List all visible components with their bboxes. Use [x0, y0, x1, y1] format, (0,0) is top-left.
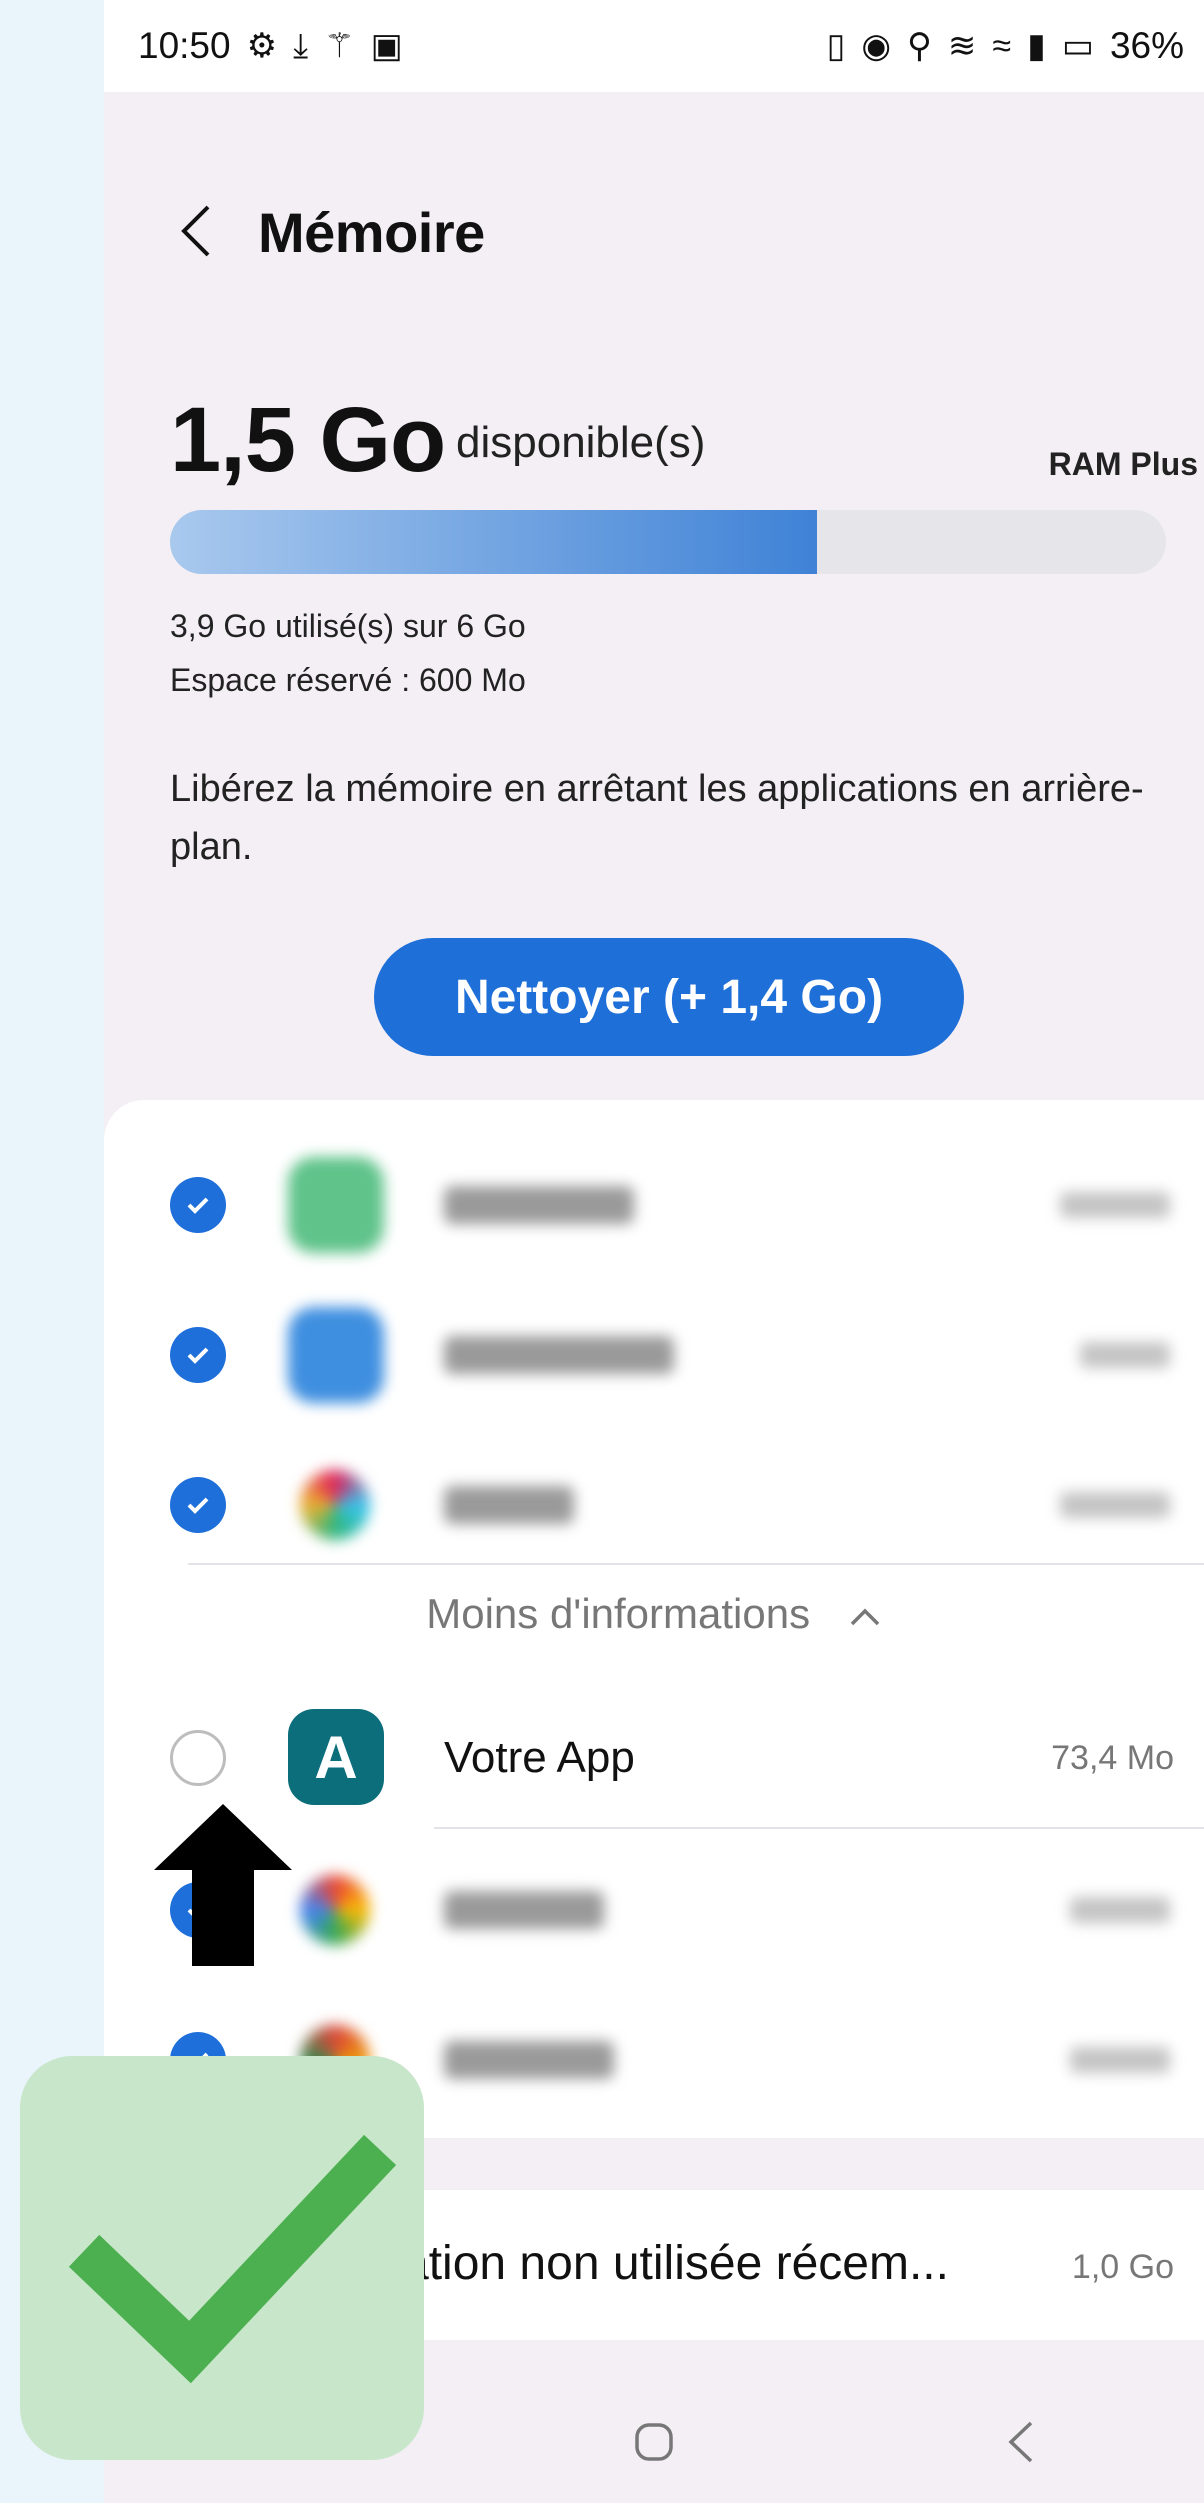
chevron-up-icon — [850, 1608, 880, 1626]
checkmark-icon — [187, 1197, 209, 1214]
green-checkmark-icon — [68, 2134, 397, 2384]
less-info-toggle[interactable]: Moins d'informations — [104, 1590, 1204, 1638]
app-name-blurred — [444, 1186, 634, 1224]
app-size-blurred — [1070, 1897, 1170, 1923]
checkmark-icon — [187, 1497, 209, 1514]
nfc-icon: ≋ — [947, 27, 977, 65]
app-size-blurred — [1080, 1342, 1170, 1368]
available-memory-label: disponible(s) — [456, 418, 706, 467]
home-button[interactable] — [594, 2397, 714, 2487]
app-name-blurred — [444, 1891, 604, 1929]
available-memory-value: 1,5 Go — [170, 389, 446, 491]
arrow-up-icon — [154, 1804, 292, 1966]
location-icon: ⚲ — [907, 27, 932, 65]
checkbox-unchecked[interactable] — [170, 1730, 226, 1786]
app-name-blurred — [444, 2041, 614, 2079]
app-size-blurred — [1070, 2047, 1170, 2073]
clean-button[interactable]: Nettoyer (+ 1,4 Go) — [374, 938, 964, 1056]
app-icon — [288, 1307, 384, 1403]
list-item[interactable] — [104, 1280, 1204, 1430]
checkbox-checked[interactable] — [170, 1177, 226, 1233]
divider — [434, 1827, 1204, 1829]
memory-usage-fill — [170, 510, 818, 574]
app-name-blurred — [444, 1486, 574, 1524]
image-icon: ▣ — [370, 27, 403, 65]
reserved-memory-text: Espace réservé : 600 Mo — [170, 662, 526, 698]
chevron-left-icon — [181, 205, 210, 257]
app-name-blurred — [444, 1336, 674, 1374]
back-nav-button[interactable] — [961, 2397, 1081, 2487]
app-size-blurred — [1060, 1192, 1170, 1218]
divider — [188, 1563, 1204, 1565]
back-button[interactable] — [166, 196, 226, 266]
battery-level: 36% — [1109, 25, 1184, 66]
checkbox-checked[interactable] — [170, 1327, 226, 1383]
checkmark-icon — [187, 1347, 209, 1364]
sync-icon: ◉ — [861, 27, 892, 65]
unused-apps-size: 1,0 Go — [1071, 2248, 1174, 2286]
app-icon — [300, 1470, 370, 1540]
app-icon-a: A — [288, 1709, 384, 1805]
app-size-blurred — [1060, 1492, 1170, 1518]
app-icon — [300, 1875, 370, 1945]
used-memory-text: 3,9 Go utilisé(s) sur 6 Go — [170, 608, 526, 644]
battery-icon: ▭ — [1061, 27, 1094, 65]
page-title: Mémoire — [258, 201, 485, 264]
app-icon-letter: A — [314, 1723, 358, 1791]
free-memory-hint: Libérez la mémoire en arrêtant les appli… — [170, 768, 1144, 868]
success-checkmark-badge — [20, 2056, 424, 2460]
magic-wand-icon: ⚚ — [324, 27, 355, 65]
list-item[interactable] — [104, 1130, 1204, 1280]
home-icon — [635, 2422, 673, 2461]
app-icon — [288, 1157, 384, 1253]
app-name: Votre App — [444, 1733, 635, 1782]
checkbox-checked[interactable] — [170, 1477, 226, 1533]
ram-plus-link[interactable]: RAM Plus — [1006, 446, 1204, 483]
app-size: 73,4 Mo — [1051, 1739, 1174, 1777]
gear-icon: ⚙ — [246, 27, 278, 65]
signal-icon: ▮ — [1027, 27, 1046, 65]
status-time: 10:50 — [138, 25, 231, 66]
wifi-icon: ≈ — [992, 27, 1012, 65]
unused-apps-label: cation non utilisée récem... — [378, 2237, 949, 2290]
download-icon: ⤓ — [293, 27, 309, 65]
status-bar: 10:50 ⚙ ⤓ ⚚ ▣ ▯ ◉ ⚲ ≋ ≈ ▮ ▭ 36% — [104, 0, 1204, 92]
less-info-label: Moins d'informations — [426, 1590, 811, 1637]
memory-usage-bar — [170, 510, 1166, 574]
list-item[interactable] — [104, 1430, 1204, 1580]
vibrate-icon: ▯ — [826, 27, 846, 65]
back-icon — [1008, 2421, 1032, 2462]
